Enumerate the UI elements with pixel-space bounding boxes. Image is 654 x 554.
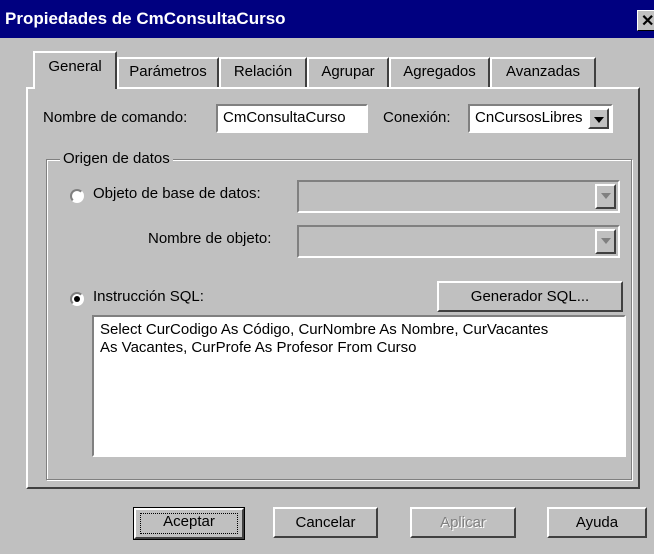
- object-name-select[interactable]: [297, 225, 620, 258]
- help-label: Ayuda: [575, 514, 619, 531]
- command-name-value: CmConsultaCurso: [223, 109, 346, 126]
- apply-label: Aplicar: [440, 514, 486, 531]
- apply-button[interactable]: Aplicar: [410, 507, 516, 538]
- connection-dropdown-button[interactable]: [588, 108, 609, 129]
- help-button[interactable]: Ayuda: [547, 507, 647, 538]
- db-object-select[interactable]: [297, 180, 620, 213]
- radio-selected-dot: [74, 296, 80, 302]
- sql-label: Instrucción SQL:: [93, 288, 204, 305]
- tab-general[interactable]: General: [33, 51, 117, 89]
- datasource-group-title: Origen de datos: [60, 150, 173, 167]
- connection-select[interactable]: CnCursosLibres: [468, 104, 613, 133]
- cancel-button[interactable]: Cancelar: [273, 507, 378, 538]
- db-object-label: Objeto de base de datos:: [93, 185, 261, 202]
- tab-parametros[interactable]: Parámetros: [117, 57, 219, 87]
- tab-label: General: [48, 58, 102, 75]
- tab-label: Agrupar: [321, 63, 375, 80]
- cancel-label: Cancelar: [295, 514, 356, 531]
- tab-label: Relación: [233, 63, 293, 80]
- close-button[interactable]: ✕: [637, 10, 654, 31]
- command-name-input[interactable]: CmConsultaCurso: [216, 104, 368, 133]
- tab-label: Parámetros: [129, 63, 207, 80]
- connection-value: CnCursosLibres: [475, 109, 583, 126]
- db-object-radio[interactable]: [70, 189, 84, 203]
- tab-agrupar[interactable]: Agrupar: [307, 57, 389, 87]
- chevron-down-icon: [594, 117, 604, 123]
- tab-agregados[interactable]: Agregados: [389, 57, 490, 87]
- object-name-label: Nombre de objeto:: [148, 230, 272, 247]
- sql-radio[interactable]: [70, 292, 84, 306]
- sql-builder-label: Generador SQL...: [470, 288, 590, 305]
- tab-relacion[interactable]: Relación: [219, 57, 307, 87]
- dialog-title: Propiedades de CmConsultaCurso: [5, 9, 286, 28]
- accept-label: Aceptar: [163, 513, 215, 530]
- close-icon: ✕: [641, 13, 654, 30]
- db-object-dropdown-button[interactable]: [595, 184, 616, 209]
- sql-text: Select CurCodigo As Código, CurNombre As…: [100, 321, 549, 356]
- object-name-dropdown-button[interactable]: [595, 229, 616, 254]
- tab-avanzadas[interactable]: Avanzadas: [490, 57, 596, 87]
- chevron-down-icon: [601, 238, 611, 244]
- accept-button[interactable]: Aceptar: [133, 507, 245, 540]
- sql-builder-button[interactable]: Generador SQL...: [437, 281, 623, 312]
- tab-label: Agregados: [403, 63, 476, 80]
- title-bar: Propiedades de CmConsultaCurso ✕: [0, 0, 654, 38]
- chevron-down-icon: [601, 193, 611, 199]
- sql-textarea[interactable]: Select CurCodigo As Código, CurNombre As…: [92, 315, 626, 457]
- connection-label: Conexión:: [383, 109, 451, 126]
- properties-dialog: Propiedades de CmConsultaCurso ✕ General…: [0, 0, 654, 554]
- command-name-label: Nombre de comando:: [43, 109, 188, 126]
- tab-label: Avanzadas: [506, 63, 580, 80]
